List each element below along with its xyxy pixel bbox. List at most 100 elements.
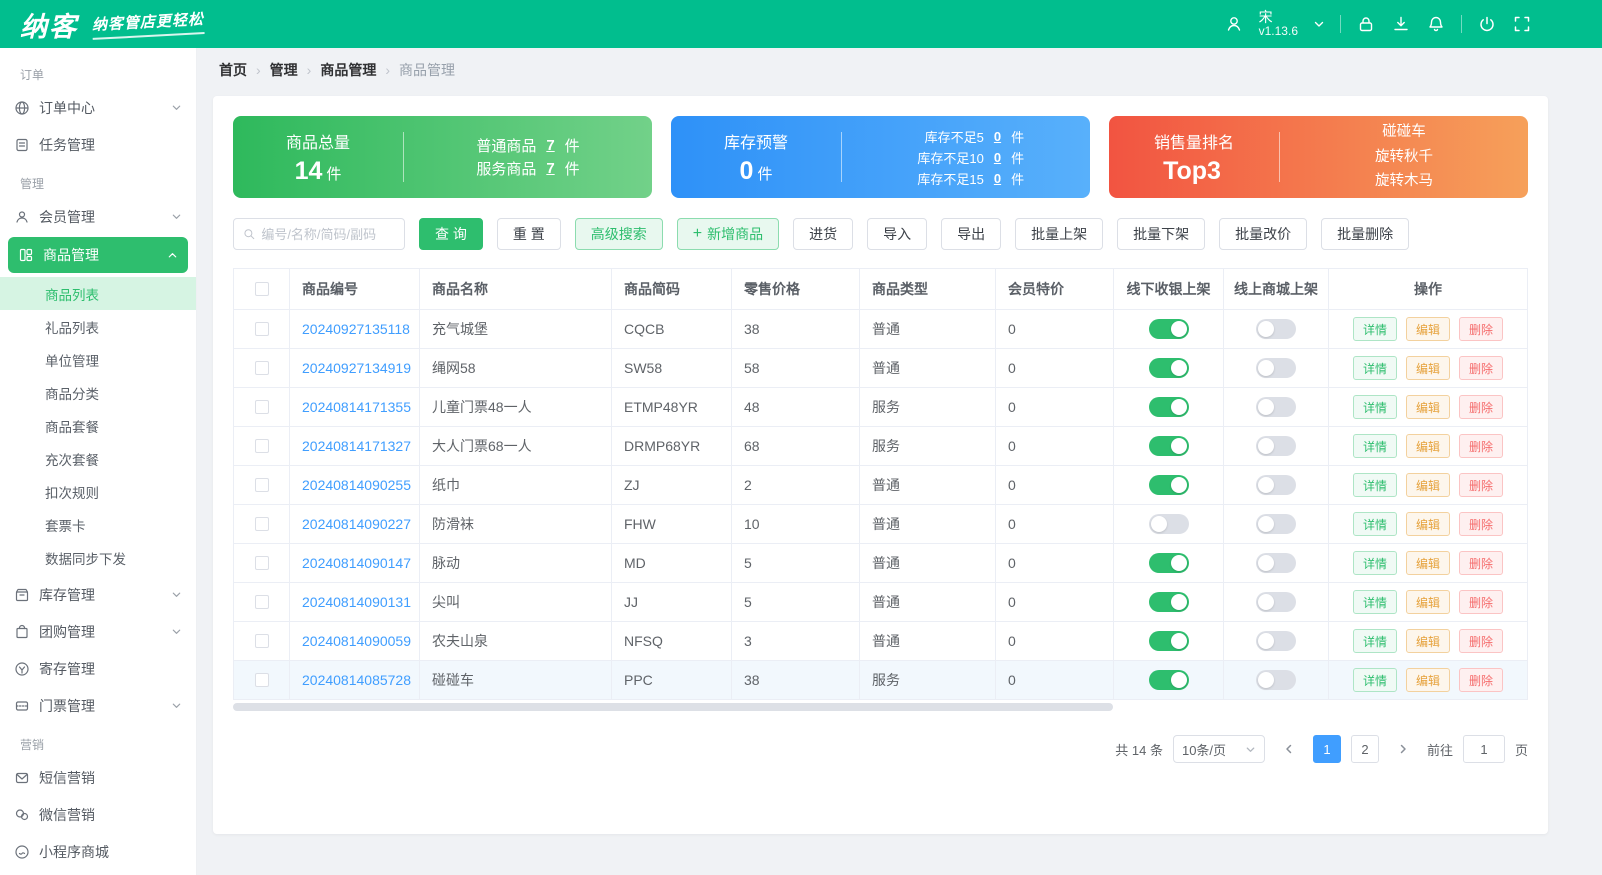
submenu-item[interactable]: 单位管理 (0, 343, 196, 376)
detail-button[interactable]: 详情 (1352, 395, 1397, 419)
detail-button[interactable]: 详情 (1352, 551, 1397, 575)
select-all-checkbox[interactable] (254, 282, 269, 296)
page-size-select[interactable]: 10条/页 (1172, 735, 1265, 763)
add-product-button[interactable]: + 新增商品 (676, 218, 780, 250)
edit-button[interactable]: 编辑 (1405, 434, 1450, 458)
search-button[interactable]: 查 询 (419, 218, 483, 250)
advanced-search-button[interactable]: 高级搜索 (574, 218, 663, 250)
detail-button[interactable]: 详情 (1352, 356, 1397, 380)
offline-shelf-toggle[interactable] (1148, 475, 1189, 495)
chevron-down-icon[interactable] (1313, 18, 1325, 30)
search-input[interactable] (261, 226, 395, 242)
scrollbar-thumb[interactable] (233, 703, 1113, 711)
delete-button[interactable]: 删除 (1459, 512, 1504, 536)
row-checkbox[interactable] (254, 517, 269, 531)
online-shelf-toggle[interactable] (1256, 553, 1296, 573)
detail-button[interactable]: 详情 (1352, 629, 1397, 653)
sidebar-item-task[interactable]: 任务管理 (0, 126, 196, 163)
next-page-button[interactable] (1389, 735, 1417, 763)
breadcrumb-goods[interactable]: 商品管理 (320, 60, 376, 80)
sidebar-item-groupbuy[interactable]: 团购管理 (0, 613, 196, 650)
product-code-link[interactable]: 20240814090147 (302, 555, 411, 571)
row-checkbox[interactable] (254, 400, 269, 414)
online-shelf-toggle[interactable] (1256, 358, 1296, 378)
export-button[interactable]: 导出 (941, 218, 1002, 250)
online-shelf-toggle[interactable] (1256, 319, 1296, 339)
delete-button[interactable]: 删除 (1459, 473, 1504, 497)
detail-button[interactable]: 详情 (1352, 668, 1397, 692)
submenu-item[interactable]: 礼品列表 (0, 310, 196, 343)
delete-button[interactable]: 删除 (1459, 551, 1504, 575)
reset-button[interactable]: 重 置 (496, 218, 561, 250)
edit-button[interactable]: 编辑 (1405, 473, 1450, 497)
edit-button[interactable]: 编辑 (1405, 629, 1450, 653)
product-code-link[interactable]: 20240814090131 (302, 594, 411, 610)
offline-shelf-toggle[interactable] (1148, 397, 1189, 417)
sidebar-item-inventory[interactable]: 库存管理 (0, 576, 196, 613)
delete-button[interactable]: 删除 (1459, 434, 1504, 458)
submenu-item[interactable]: 数据同步下发 (0, 541, 196, 574)
online-shelf-toggle[interactable] (1256, 592, 1296, 612)
breadcrumb-manage[interactable]: 管理 (270, 60, 298, 80)
delete-button[interactable]: 删除 (1459, 629, 1504, 653)
product-code-link[interactable]: 20240927134919 (302, 360, 411, 376)
product-code-link[interactable]: 20240927135118 (302, 321, 410, 337)
batch-off-shelf-button[interactable]: 批量下架 (1117, 218, 1206, 250)
product-code-link[interactable]: 20240814090059 (302, 633, 411, 649)
edit-button[interactable]: 编辑 (1405, 395, 1450, 419)
detail-button[interactable]: 详情 (1352, 512, 1397, 536)
delete-button[interactable]: 删除 (1459, 317, 1504, 341)
row-checkbox[interactable] (254, 634, 269, 648)
sidebar-item-order-center[interactable]: 订单中心 (0, 89, 196, 126)
product-code-link[interactable]: 20240814090255 (302, 477, 411, 493)
offline-shelf-toggle[interactable] (1148, 319, 1189, 339)
row-checkbox[interactable] (254, 361, 269, 375)
lock-icon[interactable] (1356, 14, 1376, 34)
sidebar-item-deposit[interactable]: 寄存管理 (0, 650, 196, 687)
offline-shelf-toggle[interactable] (1148, 592, 1189, 612)
sidebar-item-sms[interactable]: 短信营销 (0, 759, 196, 796)
online-shelf-toggle[interactable] (1256, 475, 1296, 495)
offline-shelf-toggle[interactable] (1148, 514, 1189, 534)
row-checkbox[interactable] (254, 478, 269, 492)
sidebar-item-miniapp-mall[interactable]: 小程序商城 (0, 833, 196, 870)
purchase-button[interactable]: 进货 (793, 218, 854, 250)
batch-on-shelf-button[interactable]: 批量上架 (1015, 218, 1104, 250)
import-button[interactable]: 导入 (867, 218, 928, 250)
download-icon[interactable] (1391, 14, 1411, 34)
offline-shelf-toggle[interactable] (1148, 436, 1189, 456)
online-shelf-toggle[interactable] (1256, 436, 1296, 456)
delete-button[interactable]: 删除 (1459, 356, 1504, 380)
offline-shelf-toggle[interactable] (1148, 631, 1189, 651)
edit-button[interactable]: 编辑 (1405, 590, 1450, 614)
online-shelf-toggle[interactable] (1256, 631, 1296, 651)
detail-button[interactable]: 详情 (1352, 434, 1397, 458)
sidebar-item-miniapp-marketing[interactable]: 小程序营销 (0, 870, 196, 875)
product-code-link[interactable]: 20240814090227 (302, 516, 411, 532)
product-code-link[interactable]: 20240814171355 (302, 399, 411, 415)
delete-button[interactable]: 删除 (1459, 590, 1504, 614)
submenu-item[interactable]: 商品分类 (0, 376, 196, 409)
edit-button[interactable]: 编辑 (1405, 317, 1450, 341)
submenu-item[interactable]: 套票卡 (0, 508, 196, 541)
online-shelf-toggle[interactable] (1256, 397, 1296, 417)
row-checkbox[interactable] (254, 595, 269, 609)
submenu-item[interactable]: 商品列表 (0, 277, 196, 310)
user-menu[interactable]: 宋 v1.13.6 (1259, 9, 1298, 39)
page-button-2[interactable]: 2 (1350, 735, 1379, 763)
edit-button[interactable]: 编辑 (1405, 512, 1450, 536)
batch-reprice-button[interactable]: 批量改价 (1219, 218, 1308, 250)
edit-button[interactable]: 编辑 (1405, 668, 1450, 692)
sidebar-item-ticket[interactable]: 门票管理 (0, 687, 196, 724)
product-code-link[interactable]: 20240814171327 (302, 438, 411, 454)
submenu-item[interactable]: 商品套餐 (0, 409, 196, 442)
bell-icon[interactable] (1426, 14, 1446, 34)
user-icon[interactable] (1224, 14, 1244, 34)
offline-shelf-toggle[interactable] (1148, 553, 1189, 573)
offline-shelf-toggle[interactable] (1148, 670, 1189, 690)
detail-button[interactable]: 详情 (1352, 473, 1397, 497)
row-checkbox[interactable] (254, 322, 269, 336)
online-shelf-toggle[interactable] (1256, 670, 1296, 690)
submenu-item[interactable]: 充次套餐 (0, 442, 196, 475)
product-code-link[interactable]: 20240814085728 (302, 672, 411, 688)
